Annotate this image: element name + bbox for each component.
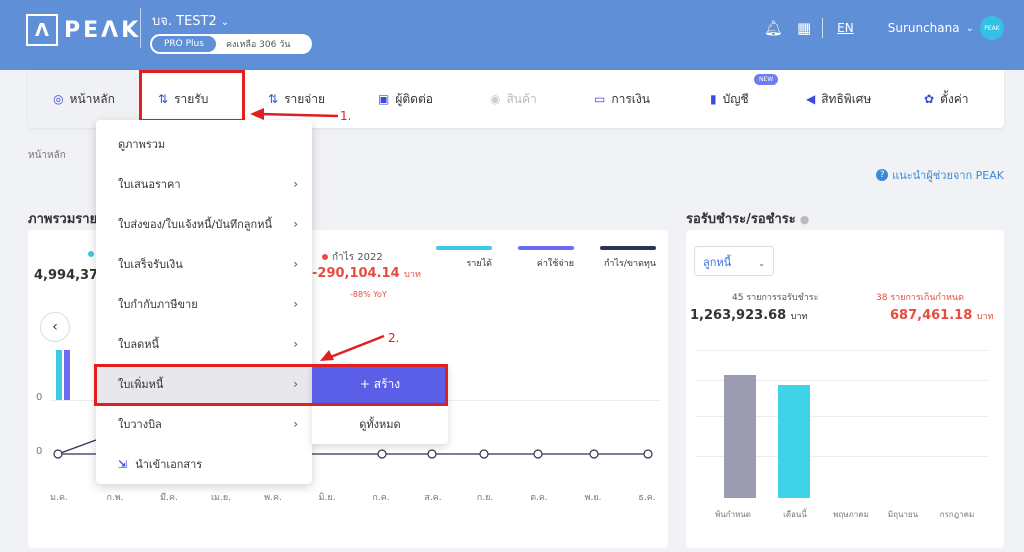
month-label: ส.ค. [424,493,442,503]
point-sep [479,449,489,459]
receivables-bar[interactable] [724,375,756,498]
bell-icon[interactable]: 🔔︎ [764,19,783,37]
chevron-right-icon: › [293,177,298,191]
month-label: ก.ย. [476,493,494,503]
menu-billing-note[interactable]: ใบวางบิล › [96,404,312,444]
point-nov [589,449,599,459]
menu-import[interactable]: ⇲ นำเข้าเอกสาร [96,444,312,484]
helper-link-text: แนะนำผู้ช่วยจาก PEAK [892,169,1004,182]
receivables-title: รอรับชำระ/รอชำระ ● [686,208,809,229]
menu-label: ใบลดหนี้ [118,338,160,351]
income-dropdown-menu: ดูภาพรวม ใบเสนอราคา › ใบส่งของ/ใบแจ้งหนี้… [96,120,312,484]
overdue-amount: 687,461.18 [890,308,973,323]
overdue-value: 687,461.18 บาท [890,308,993,323]
new-badge: NEW [754,74,779,85]
menu-label: ใบกำกับภาษีขาย [118,298,198,311]
header-actions: 🔔︎ ▦ EN Surunchana ⌄ PEAK [764,14,1004,42]
nav-settings-label: ตั้งค่า [940,91,969,106]
pending-unit: บาท [790,312,808,322]
point-aug [427,449,437,459]
menu-label: ดูภาพรวม [118,138,166,151]
gear-icon: ✿ [924,92,935,106]
megaphone-icon: ◀ [806,92,816,106]
nav-privileges[interactable]: ◀ สิทธิพิเศษ [806,70,871,128]
question-icon: ? [876,169,889,181]
month-label: เม.ย. [210,493,231,503]
month-label: มิ.ย. [318,493,336,503]
chevron-right-icon: › [293,257,298,271]
step-2-label: 2. [388,331,399,345]
menu-label: ใบเสนอราคา [118,178,181,191]
category-label: เดือนนี้ [783,510,807,519]
month-label: ก.พ. [106,493,124,503]
menu-label: ใบเสร็จรับเงิน [118,258,183,271]
header-separator [822,18,824,38]
overdue-label: 38 รายการเกินกำหนด [876,293,964,303]
month-label: มี.ค. [160,493,178,503]
point-jul [377,449,387,459]
receivables-bar[interactable] [778,385,810,498]
category-label: พ้นกำหนด [714,510,751,519]
menu-credit-note[interactable]: ใบลดหนี้ › [96,324,312,364]
chevron-right-icon: › [293,217,298,231]
category-label: พฤษภาคม [833,510,869,519]
info-icon[interactable]: ● [800,213,810,226]
chevron-down-icon[interactable]: ⌄ [966,23,974,34]
helper-link[interactable]: ? แนะนำผู้ช่วยจาก PEAK [876,166,1004,184]
annotation-arrow-2: 2. [320,331,399,361]
receivable-type-select[interactable]: ลูกหนี้ ⌄ [694,246,774,276]
nav-privileges-label: สิทธิพิเศษ [821,91,872,106]
month-label: พ.ย. [584,493,602,503]
ledger-icon: ▮ [710,92,717,106]
grid-line [696,350,988,351]
menu-label: ใบวางบิล [118,418,162,431]
overdue-unit: บาท [976,312,994,322]
chevron-down-icon: ⌄ [758,259,765,268]
month-label: พ.ค. [264,493,282,503]
menu-receipt[interactable]: ใบเสร็จรับเงิน › [96,244,312,284]
pending-amount: 1,263,923.68 [690,308,787,323]
point-oct [533,449,543,459]
chevron-right-icon: › [293,297,298,311]
month-label: ธ.ค. [638,493,656,503]
highlight-box-debit-note [94,364,448,406]
point-dec [643,449,653,459]
category-label: กรกฎาคม [939,510,975,519]
menu-label: นำเข้าเอกสาร [135,458,203,471]
menu-invoice[interactable]: ใบส่งของ/ใบแจ้งหนี้/บันทึกลูกหนี้ › [96,204,312,244]
menu-overview[interactable]: ดูภาพรวม [96,124,312,164]
nav-accounting-label: บัญชี [722,91,749,106]
chevron-right-icon: › [293,417,298,431]
menu-label: ใบส่งของ/ใบแจ้งหนี้/บันทึกลูกหนี้ [118,218,272,231]
menu-quotation[interactable]: ใบเสนอราคา › [96,164,312,204]
receivables-title-text: รอรับชำระ/รอชำระ [686,212,796,227]
category-label: มิถุนายน [887,510,919,519]
nav-accounting[interactable]: ▮ บัญชี NEW [710,70,779,128]
avatar[interactable]: PEAK [980,16,1004,40]
pending-label: 45 รายการรอรับชำระ [732,293,819,303]
profit-line-segment [57,439,97,455]
chevron-right-icon: › [293,337,298,351]
select-value: ลูกหนี้ [703,256,732,269]
view-all-button[interactable]: ดูทั้งหมด [312,404,448,444]
import-icon: ⇲ [118,457,128,471]
month-label: ก.ค. [372,493,390,503]
point-jan [53,449,63,459]
user-menu[interactable]: Surunchana [888,21,960,35]
nav-settings[interactable]: ✿ ตั้งค่า [924,70,968,128]
month-label: ม.ค. [50,493,68,503]
menu-tax-invoice[interactable]: ใบกำกับภาษีขาย › [96,284,312,324]
apps-grid-icon[interactable]: ▦ [797,19,811,37]
month-label: ต.ค. [530,493,548,503]
language-switch[interactable]: EN [837,21,854,35]
pending-value: 1,263,923.68 บาท [690,308,807,323]
